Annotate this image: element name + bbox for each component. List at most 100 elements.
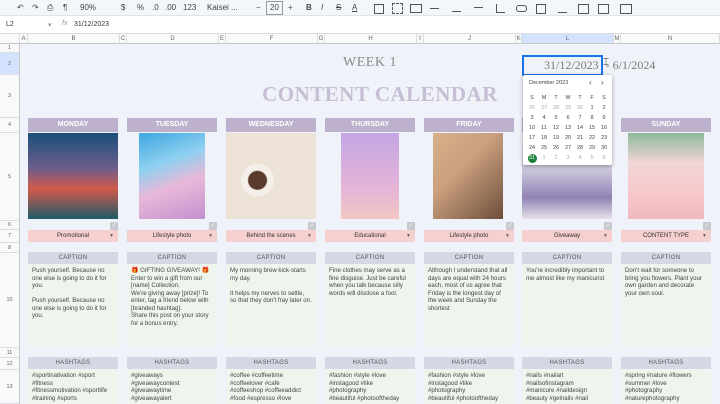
day-cell[interactable]: 10 xyxy=(526,123,538,133)
prev-month-icon[interactable]: ‹ xyxy=(589,78,592,87)
column-header-c[interactable]: C xyxy=(120,34,127,44)
undo-icon[interactable]: ↶ xyxy=(17,2,24,14)
content-type-tuesday[interactable]: Lifestyle photo ▼ xyxy=(127,230,217,242)
caption-text-thursday[interactable]: Fine clothes may serve as a fine disguis… xyxy=(325,264,415,346)
content-type-thursday[interactable]: Educational ▼ xyxy=(325,230,415,242)
borders-icon[interactable] xyxy=(392,3,403,14)
caption-text-sunday[interactable]: Don't wait for someone to bring you flow… xyxy=(621,264,711,346)
name-box[interactable]: L2 xyxy=(6,21,14,28)
row-header-13[interactable]: 13 xyxy=(0,370,20,404)
select-all-corner[interactable] xyxy=(0,34,20,44)
day-cell[interactable]: 12 xyxy=(550,123,562,133)
text-color-button[interactable]: A xyxy=(352,2,357,14)
day-cell[interactable]: 20 xyxy=(562,133,574,143)
row-header-5[interactable]: 5 xyxy=(0,133,20,221)
decrease-decimal-button[interactable]: .0 xyxy=(152,2,159,14)
column-header-f[interactable]: F xyxy=(226,34,318,44)
bold-button[interactable]: B xyxy=(306,2,312,14)
checkbox-monday[interactable]: ✓ xyxy=(110,222,118,230)
checkbox-tuesday[interactable]: ✓ xyxy=(209,222,217,230)
day-cell[interactable]: 11 xyxy=(538,123,550,133)
day-cell[interactable]: 2 xyxy=(550,153,562,163)
day-cell[interactable]: 2 xyxy=(598,103,610,113)
column-header-n[interactable]: N xyxy=(621,34,720,44)
day-cell[interactable]: 4 xyxy=(574,153,586,163)
hashtags-text-friday[interactable]: #fashion #style #love #instagood #like #… xyxy=(424,369,514,404)
row-header-8[interactable]: 8 xyxy=(0,243,20,253)
selected-day-cell[interactable]: 31 xyxy=(526,153,538,163)
day-cell[interactable]: 3 xyxy=(562,153,574,163)
content-type-friday[interactable]: Lifestyle photo ▼ xyxy=(424,230,514,242)
day-cell[interactable]: 6 xyxy=(598,153,610,163)
formula-input[interactable]: 31/12/2023 xyxy=(74,21,109,28)
merge-cells-icon[interactable] xyxy=(410,4,422,13)
content-type-wednesday[interactable]: Behind the scenes ▼ xyxy=(226,230,316,242)
day-cell[interactable]: 29 xyxy=(562,103,574,113)
day-cell[interactable]: 27 xyxy=(538,103,550,113)
link-icon[interactable] xyxy=(516,5,527,12)
day-cell[interactable]: 28 xyxy=(550,103,562,113)
font-select[interactable]: Kaisei ... xyxy=(207,2,238,14)
redo-icon[interactable]: ↷ xyxy=(32,2,39,14)
checkbox-saturday[interactable]: ✓ xyxy=(604,222,612,230)
day-cell[interactable]: 17 xyxy=(526,133,538,143)
caption-text-saturday[interactable]: You're incredibly important to me almost… xyxy=(522,264,612,346)
font-size-increase[interactable]: + xyxy=(288,2,293,14)
number-format-button[interactable]: 123 xyxy=(183,2,196,14)
day-cell[interactable]: 22 xyxy=(586,133,598,143)
day-cell[interactable]: 29 xyxy=(586,143,598,153)
content-type-monday[interactable]: Promotional ▼ xyxy=(28,230,118,242)
day-cell[interactable]: 28 xyxy=(574,143,586,153)
day-cell[interactable]: 9 xyxy=(598,113,610,123)
hashtags-text-monday[interactable]: #sportinativation #sport #fitness #fitne… xyxy=(28,369,118,404)
checkbox-friday[interactable]: ✓ xyxy=(506,222,514,230)
filter-views-icon[interactable] xyxy=(598,4,609,14)
row-header-4[interactable]: 4 xyxy=(0,118,20,133)
increase-decimal-button[interactable]: .00 xyxy=(165,2,176,14)
row-header-3[interactable]: 3 xyxy=(0,75,20,118)
next-month-icon[interactable]: › xyxy=(601,78,604,87)
row-header-12[interactable]: 12 xyxy=(0,358,20,370)
fill-color-icon[interactable] xyxy=(374,4,384,14)
zoom-select[interactable]: 90% xyxy=(80,2,96,14)
percent-button[interactable]: % xyxy=(137,2,144,14)
comment-icon[interactable] xyxy=(536,4,546,14)
checkbox-sunday[interactable]: ✓ xyxy=(703,222,711,230)
currency-button[interactable]: $ xyxy=(121,2,125,14)
day-cell[interactable]: 16 xyxy=(598,123,610,133)
column-header-e[interactable]: E xyxy=(219,34,226,44)
selected-day[interactable]: 31 xyxy=(527,153,537,163)
day-cell[interactable]: 7 xyxy=(574,113,586,123)
day-cell[interactable]: 26 xyxy=(550,143,562,153)
day-cell[interactable]: 30 xyxy=(574,103,586,113)
name-box-dropdown-icon[interactable]: ▾ xyxy=(48,21,52,29)
date-start-cell[interactable]: 31/12/2023 xyxy=(522,55,603,76)
align-icon[interactable] xyxy=(430,8,439,9)
day-cell[interactable]: 13 xyxy=(562,123,574,133)
day-cell[interactable]: 30 xyxy=(598,143,610,153)
day-cell[interactable]: 21 xyxy=(574,133,586,143)
day-cell[interactable]: 8 xyxy=(586,113,598,123)
day-cell[interactable]: 1 xyxy=(538,153,550,163)
day-cell[interactable]: 24 xyxy=(526,143,538,153)
caption-text-wednesday[interactable]: My morning brew kick-starts my day. It h… xyxy=(226,264,316,346)
column-header-g[interactable]: G xyxy=(318,34,325,44)
content-type-sunday[interactable]: CONTENT TYPE ▼ xyxy=(621,230,711,242)
row-header-7[interactable]: 7 xyxy=(0,230,20,243)
text-wrap-icon[interactable] xyxy=(474,7,483,8)
day-cell[interactable]: 15 xyxy=(586,123,598,133)
column-header-a[interactable]: A xyxy=(20,34,28,44)
font-size-decrease[interactable]: − xyxy=(256,2,261,14)
filter-icon[interactable] xyxy=(578,4,589,14)
day-cell[interactable]: 18 xyxy=(538,133,550,143)
caption-text-tuesday[interactable]: 🎁 GIFTING GIVEAWAY! 🎁 Enter to win a gif… xyxy=(127,264,217,346)
day-cell[interactable]: 27 xyxy=(562,143,574,153)
column-header-h[interactable]: H xyxy=(325,34,417,44)
paint-format-icon[interactable]: ¶ xyxy=(63,2,67,14)
day-cell[interactable]: 5 xyxy=(586,153,598,163)
checkbox-wednesday[interactable]: ✓ xyxy=(308,222,316,230)
functions-icon[interactable] xyxy=(620,4,632,14)
text-rotation-icon[interactable] xyxy=(496,4,505,13)
vertical-align-icon[interactable] xyxy=(452,11,461,12)
hashtags-text-thursday[interactable]: #fashion #style #love #instagood #like #… xyxy=(325,369,415,404)
